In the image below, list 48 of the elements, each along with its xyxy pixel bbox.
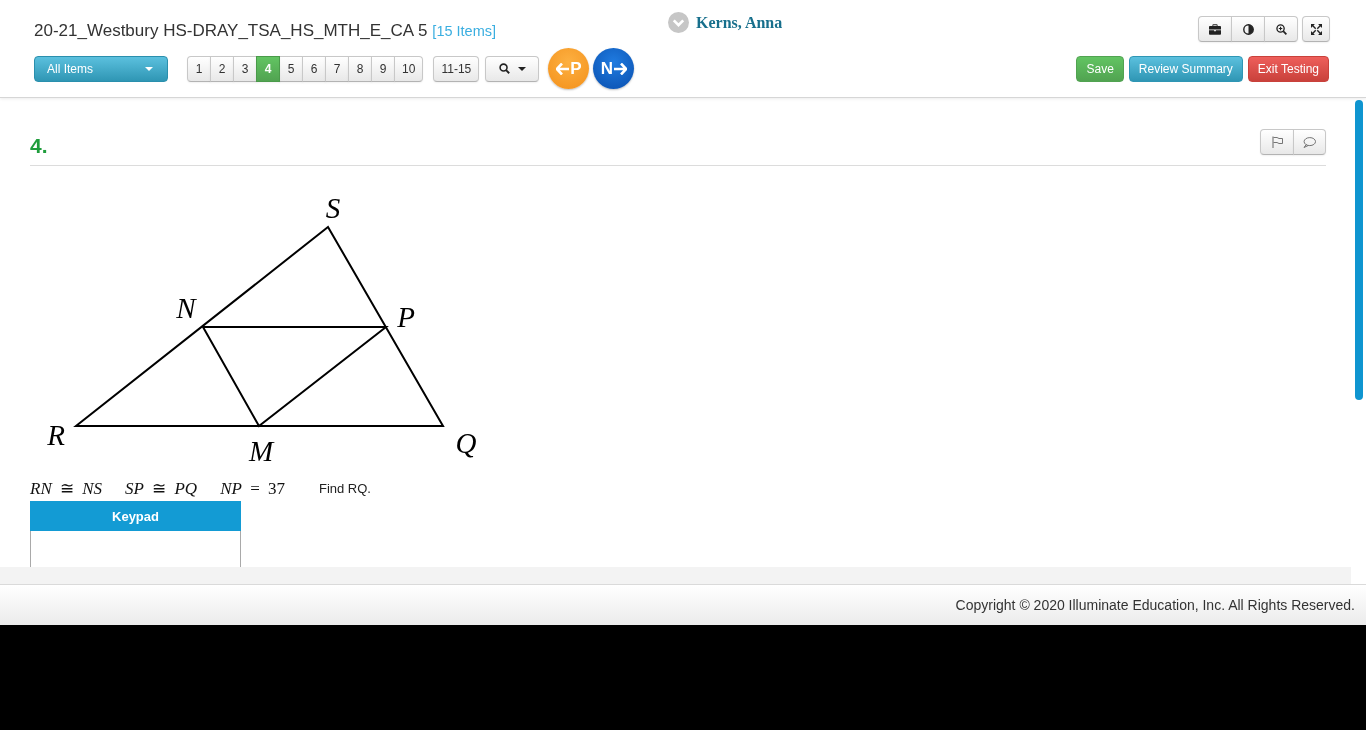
given-statement: RN ≅ NS	[30, 478, 103, 499]
briefcase-icon	[1209, 23, 1221, 35]
page-button[interactable]: 5	[279, 55, 303, 82]
tools-button[interactable]	[1198, 16, 1232, 42]
comment-icon	[1303, 136, 1316, 148]
contrast-button[interactable]	[1231, 16, 1265, 42]
page-button[interactable]: 2	[210, 55, 234, 82]
search-dropdown-button[interactable]	[485, 55, 540, 82]
vertex-label: M	[248, 435, 274, 467]
vertex-label: P	[397, 301, 415, 333]
next-button[interactable]: N	[593, 48, 635, 89]
page-button[interactable]: 9	[371, 55, 395, 82]
page-button[interactable]: 1	[187, 55, 211, 82]
flag-icon	[1271, 136, 1283, 148]
keypad-header: Keypad	[30, 501, 241, 531]
fullscreen-button[interactable]	[1302, 16, 1330, 42]
vertex-label: S	[325, 192, 341, 224]
user-name: Kerns, Anna	[696, 13, 783, 32]
question-number: 4.	[30, 134, 48, 158]
search-icon	[498, 63, 510, 74]
expand-icon	[1310, 23, 1322, 35]
arrow-left-icon	[556, 62, 570, 75]
question-prompt: Find RQ.	[318, 481, 371, 496]
given-statement: NP = 37	[220, 478, 285, 499]
arrow-right-icon	[614, 62, 627, 75]
test-title: 20-21_Westbury HS-DRAY_TSA_HS_MTH_E_CA 5	[34, 21, 428, 41]
page-range-button[interactable]: 11-15	[433, 55, 480, 82]
vertex-label: R	[47, 419, 65, 451]
page-button[interactable]: 7	[325, 55, 349, 82]
chevron-down-icon	[668, 12, 689, 33]
page-button[interactable]: 8	[348, 55, 372, 82]
vertex-label: Q	[455, 427, 477, 459]
page-button[interactable]: 3	[233, 55, 257, 82]
given-statement: SP ≅ PQ	[125, 478, 198, 499]
flag-button[interactable]	[1260, 129, 1294, 155]
contrast-icon	[1242, 23, 1254, 35]
page-button[interactable]: 6	[302, 55, 326, 82]
exit-button[interactable]: Exit Testing	[1247, 55, 1329, 82]
comment-button[interactable]	[1293, 129, 1326, 155]
caret-down-icon	[145, 66, 153, 71]
zoom-button[interactable]	[1264, 16, 1298, 42]
copyright-text: Copyright © 2020 Illuminate Education, Inc. All Rights Reserved.	[955, 597, 1355, 613]
scrollbar-thumb[interactable]	[1355, 100, 1363, 400]
vertex-label: N	[176, 292, 196, 324]
zoom-in-icon	[1275, 23, 1287, 35]
item-count: [15 Items]	[432, 23, 497, 39]
caret-down-icon	[517, 66, 526, 71]
page-button[interactable]: 10	[394, 55, 424, 82]
